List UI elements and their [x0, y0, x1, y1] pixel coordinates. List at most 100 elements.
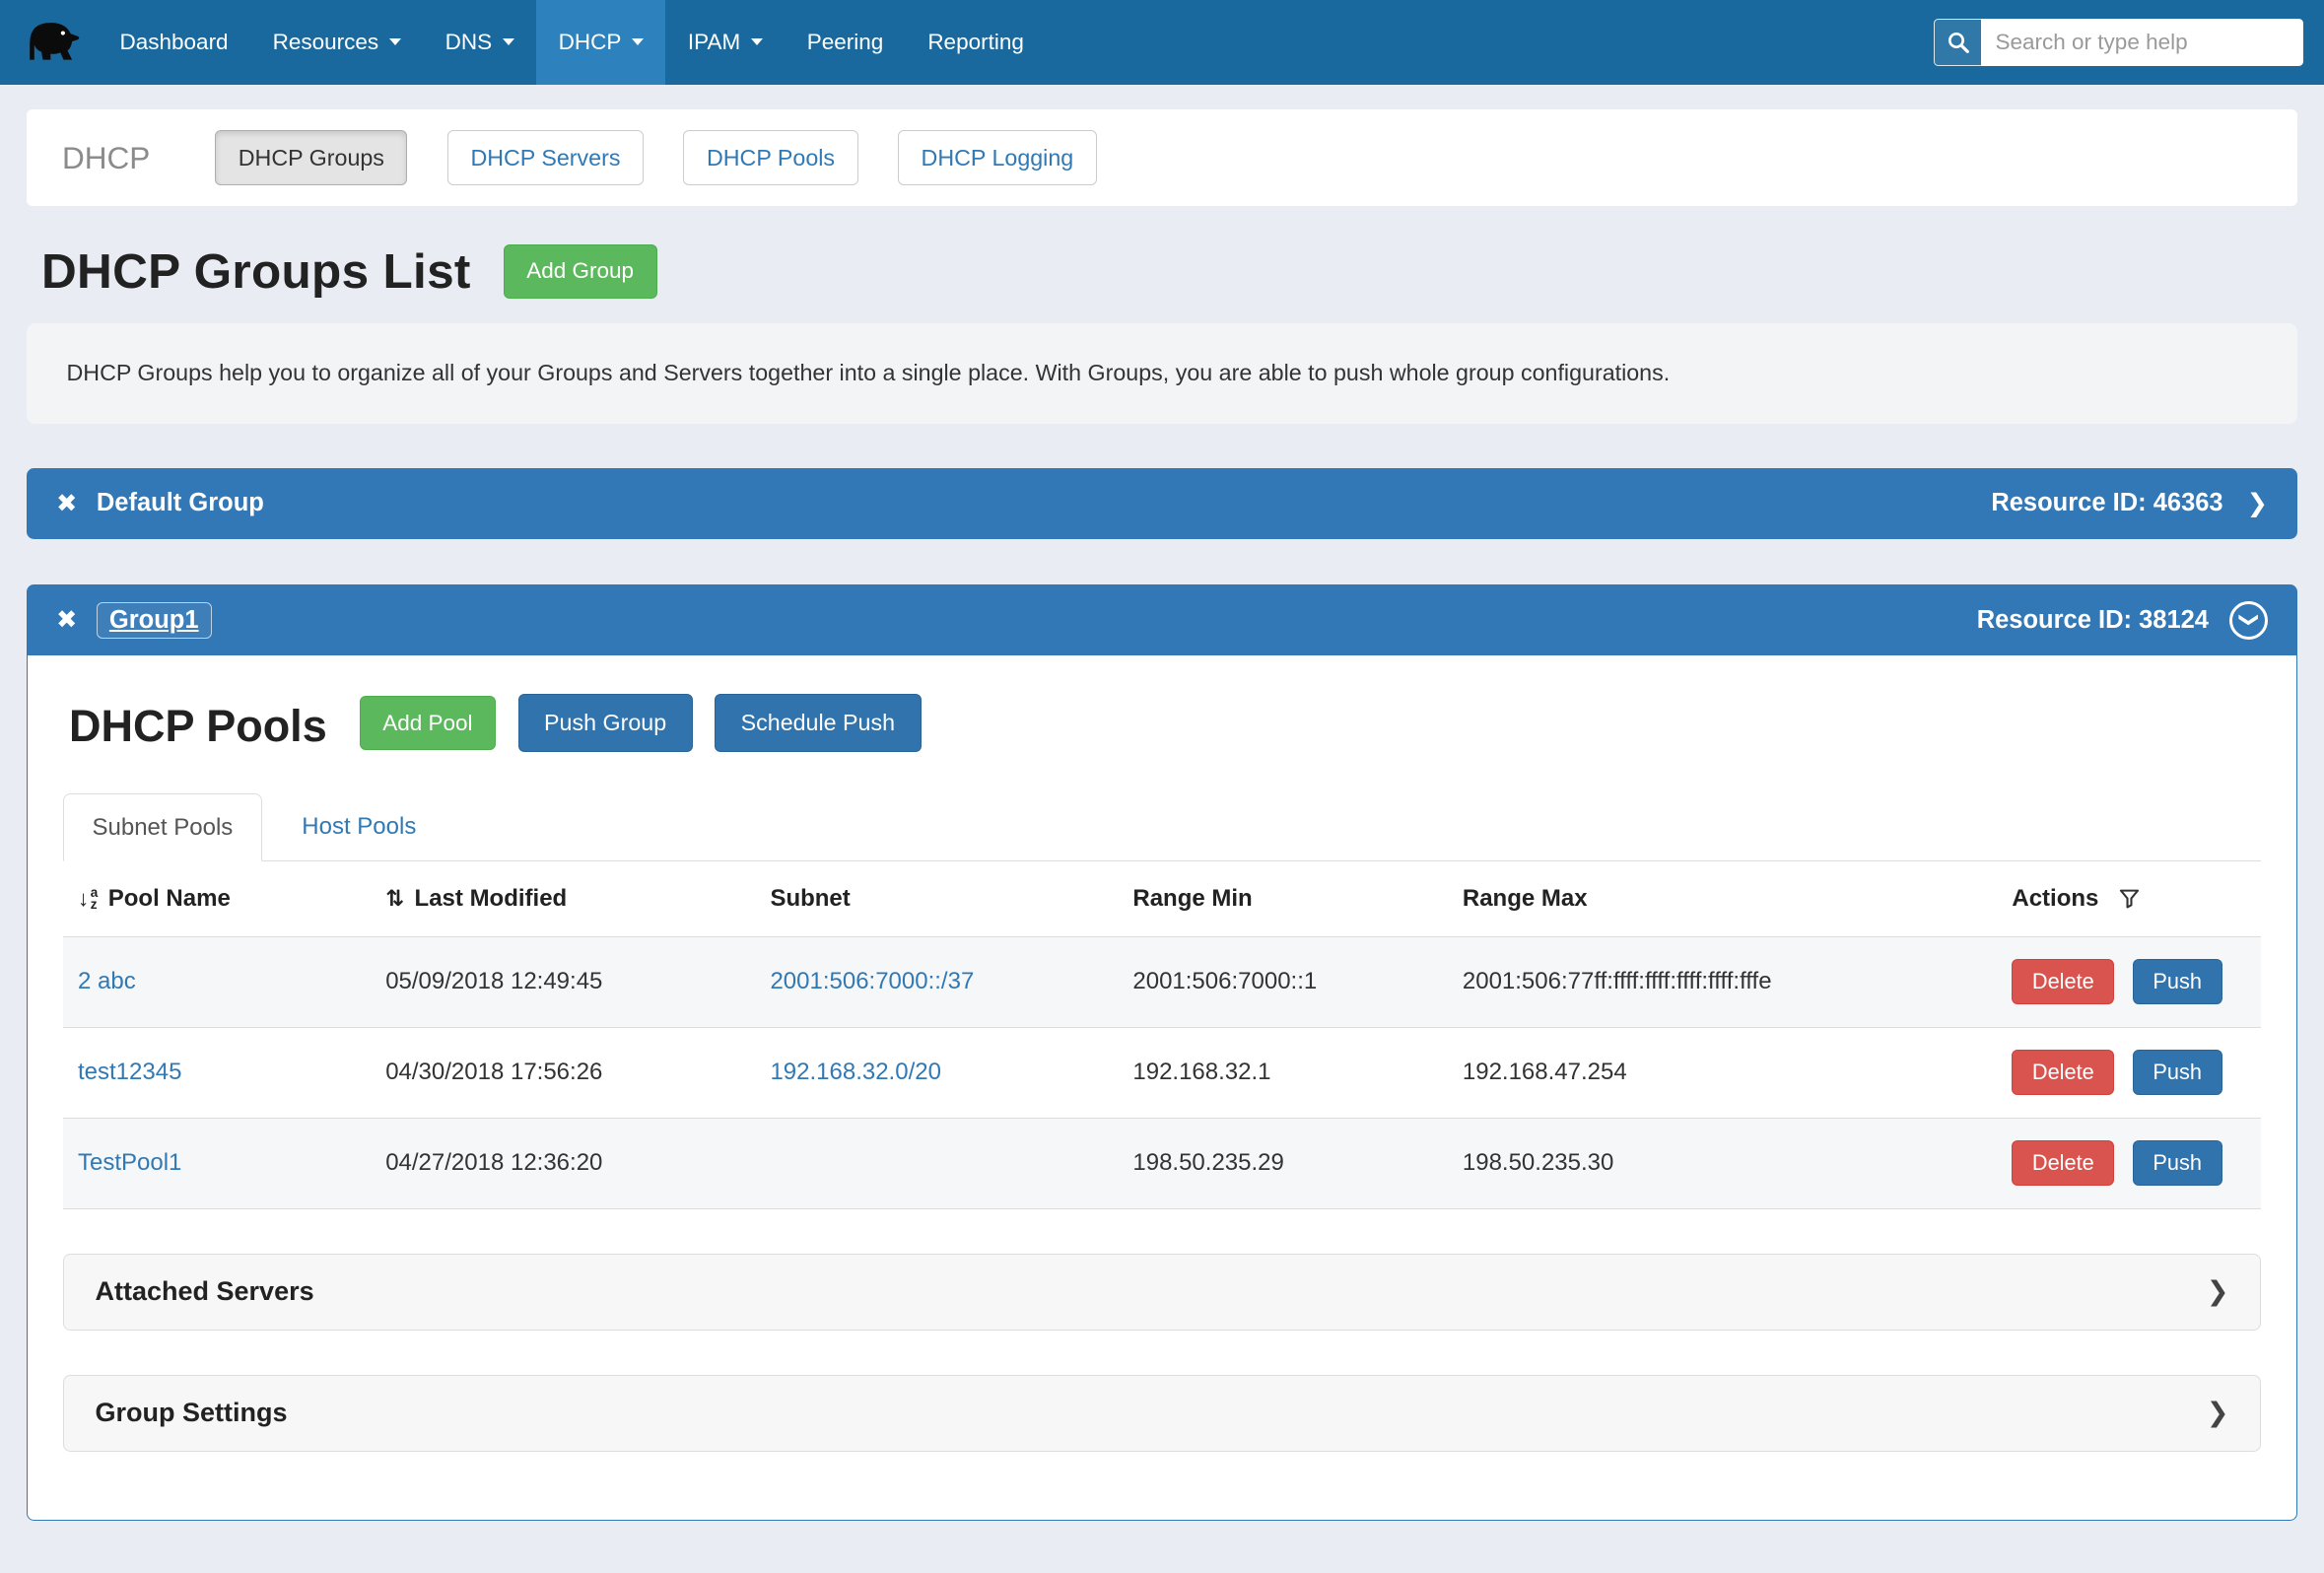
range-min-cell: 2001:506:7000::1 — [1118, 936, 1448, 1027]
group-expanded-group1: ✖ Group1 Resource ID: 38124 ❯ DHCP Pools… — [27, 584, 2297, 1521]
range-min-cell: 192.168.32.1 — [1118, 1027, 1448, 1118]
remove-group-icon[interactable]: ✖ — [56, 605, 77, 635]
search-area — [1934, 0, 2303, 85]
delete-button[interactable]: Delete — [2012, 959, 2114, 1004]
header-label: Actions — [2012, 885, 2098, 913]
dhcp-subnav: DHCP DHCP Groups DHCP Servers DHCP Pools… — [27, 109, 2297, 206]
nav-item-ipam[interactable]: IPAM — [665, 0, 785, 85]
table-row: 2 abc 05/09/2018 12:49:45 2001:506:7000:… — [63, 936, 2261, 1027]
pools-title: DHCP Pools — [69, 701, 327, 752]
header-label: Last Modified — [415, 885, 568, 913]
sort-updown-icon[interactable]: ⇅ — [385, 886, 404, 912]
pool-name-link[interactable]: 2 abc — [78, 968, 136, 994]
push-button[interactable]: Push — [2133, 1140, 2222, 1186]
collapse-toggle-icon[interactable]: ❯ — [2229, 601, 2268, 640]
header-pool-name: ↓ az Pool Name — [63, 861, 371, 937]
remove-group-icon[interactable]: ✖ — [56, 489, 77, 518]
subnav-button-dhcp-servers[interactable]: DHCP Servers — [447, 130, 644, 185]
page-title: DHCP Groups List — [41, 243, 471, 300]
header-subnet: Subnet — [755, 861, 1118, 937]
tab-subnet-pools[interactable]: Subnet Pools — [63, 793, 262, 861]
brand-logo[interactable] — [0, 0, 98, 85]
group-header-default-group[interactable]: ✖ Default Group Resource ID: 46363 ❯ — [27, 468, 2297, 539]
range-max-cell: 2001:506:77ff:ffff:ffff:ffff:ffff:fffe — [1448, 936, 1998, 1027]
subnet-pools-table: ↓ az Pool Name ⇅ Last Modified — [63, 861, 2261, 1209]
nav-label: IPAM — [688, 30, 740, 55]
range-min-cell: 198.50.235.29 — [1118, 1118, 1448, 1208]
push-button[interactable]: Push — [2133, 959, 2222, 1004]
pools-header: DHCP Pools Add Pool Push Group Schedule … — [63, 694, 2261, 752]
nav-label: DNS — [445, 30, 493, 55]
last-modified-cell: 04/27/2018 12:36:20 — [371, 1118, 755, 1208]
schedule-push-button[interactable]: Schedule Push — [715, 694, 921, 752]
add-pool-button[interactable]: Add Pool — [360, 696, 496, 750]
subnet-link[interactable]: 2001:506:7000::/37 — [770, 968, 974, 994]
caret-down-icon — [389, 38, 401, 45]
pool-name-link[interactable]: TestPool1 — [78, 1149, 181, 1176]
table-header-row: ↓ az Pool Name ⇅ Last Modified — [63, 861, 2261, 937]
chevron-right-icon[interactable]: ❯ — [2247, 489, 2268, 518]
nav-label: Peering — [807, 30, 884, 55]
nav-label: Dashboard — [120, 30, 229, 55]
accordion-attached-servers[interactable]: Attached Servers ❯ — [63, 1254, 2261, 1331]
header-label: Pool Name — [108, 885, 231, 913]
caret-down-icon — [503, 38, 514, 45]
push-button[interactable]: Push — [2133, 1050, 2222, 1095]
group-body: DHCP Pools Add Pool Push Group Schedule … — [27, 655, 2297, 1521]
push-group-button[interactable]: Push Group — [518, 694, 693, 752]
header-actions: Actions — [1997, 861, 2261, 937]
header-range-max: Range Max — [1448, 861, 1998, 937]
arrow-down-glyph: ↓ — [78, 886, 89, 912]
title-row: DHCP Groups List Add Group — [41, 243, 2297, 300]
groups-description: DHCP Groups help you to organize all of … — [27, 323, 2297, 424]
main-nav: Dashboard Resources DNS DHCP IPAM Peerin… — [98, 0, 1046, 85]
chevron-right-icon: ❯ — [2207, 1276, 2229, 1307]
subnav-button-dhcp-groups[interactable]: DHCP Groups — [215, 130, 407, 185]
add-group-button[interactable]: Add Group — [504, 244, 657, 299]
nav-label: DHCP — [559, 30, 622, 55]
top-navbar: Dashboard Resources DNS DHCP IPAM Peerin… — [0, 0, 2324, 85]
nav-label: Resources — [273, 30, 379, 55]
nav-label: Reporting — [927, 30, 1024, 55]
caret-down-icon — [751, 38, 763, 45]
accordion-group-settings[interactable]: Group Settings ❯ — [63, 1375, 2261, 1452]
range-max-cell: 192.168.47.254 — [1448, 1027, 1998, 1118]
group-header-right: Resource ID: 38124 ❯ — [1977, 601, 2268, 640]
nav-item-dashboard[interactable]: Dashboard — [98, 0, 250, 85]
table-row: test12345 04/30/2018 17:56:26 192.168.32… — [63, 1027, 2261, 1118]
nav-item-dns[interactable]: DNS — [423, 0, 536, 85]
sort-alpha-icon[interactable]: ↓ az — [78, 886, 98, 912]
nav-item-dhcp[interactable]: DHCP — [536, 0, 665, 85]
last-modified-cell: 05/09/2018 12:49:45 — [371, 936, 755, 1027]
subnav-button-dhcp-logging[interactable]: DHCP Logging — [898, 130, 1097, 185]
group-header-right: Resource ID: 46363 ❯ — [1991, 489, 2268, 518]
last-modified-cell: 04/30/2018 17:56:26 — [371, 1027, 755, 1118]
nav-item-resources[interactable]: Resources — [250, 0, 423, 85]
resource-id-label: Resource ID: 38124 — [1977, 606, 2209, 635]
accordion-label: Attached Servers — [96, 1276, 314, 1307]
header-last-modified: ⇅ Last Modified — [371, 861, 755, 937]
subnet-link[interactable]: 192.168.32.0/20 — [770, 1059, 941, 1085]
search-input[interactable] — [1981, 19, 2303, 66]
subnav-title: DHCP — [62, 140, 150, 176]
tab-host-pools[interactable]: Host Pools — [274, 793, 444, 860]
delete-button[interactable]: Delete — [2012, 1140, 2114, 1186]
subnav-button-dhcp-pools[interactable]: DHCP Pools — [683, 130, 857, 185]
search-icon[interactable] — [1934, 19, 1981, 66]
pool-name-link[interactable]: test12345 — [78, 1059, 181, 1085]
nav-item-peering[interactable]: Peering — [785, 0, 906, 85]
header-range-min: Range Min — [1118, 861, 1448, 937]
group-header-group1[interactable]: ✖ Group1 Resource ID: 38124 ❯ — [27, 584, 2297, 655]
table-row: TestPool1 04/27/2018 12:36:20 198.50.235… — [63, 1118, 2261, 1208]
nav-item-reporting[interactable]: Reporting — [906, 0, 1047, 85]
elephant-logo-icon — [17, 14, 82, 71]
accordion-label: Group Settings — [96, 1398, 288, 1428]
page: Dashboard Resources DNS DHCP IPAM Peerin… — [0, 0, 2324, 1573]
resource-id-label: Resource ID: 46363 — [1991, 489, 2222, 517]
delete-button[interactable]: Delete — [2012, 1050, 2114, 1095]
group-name[interactable]: Default Group — [97, 489, 264, 517]
group-name-link[interactable]: Group1 — [97, 602, 212, 639]
pools-tabs: Subnet Pools Host Pools — [63, 793, 2261, 861]
filter-icon[interactable] — [2119, 888, 2140, 909]
range-max-cell: 198.50.235.30 — [1448, 1118, 1998, 1208]
